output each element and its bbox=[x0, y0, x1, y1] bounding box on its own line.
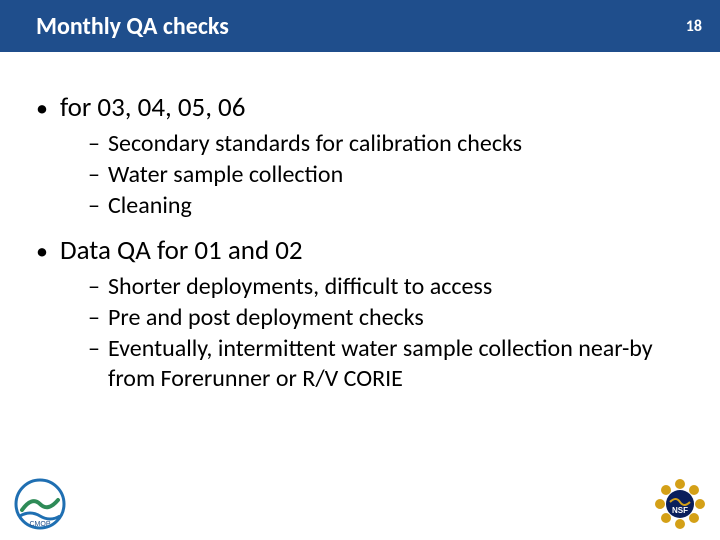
bullet-dash-icon: – bbox=[88, 303, 108, 333]
bullet-level2: – Water sample collection bbox=[88, 160, 684, 190]
sublist: – Shorter deployments, difficult to acce… bbox=[88, 272, 684, 394]
subbullet-text: Cleaning bbox=[108, 191, 192, 221]
title-bar: Monthly QA checks 18 bbox=[0, 0, 720, 52]
bullet-level2: – Pre and post deployment checks bbox=[88, 303, 684, 333]
bullet-text: Data QA for 01 and 02 bbox=[60, 235, 303, 266]
bullet-dash-icon: – bbox=[88, 129, 108, 159]
bullet-level1: • for 03, 04, 05, 06 bbox=[36, 92, 684, 123]
subbullet-text: Shorter deployments, difficult to access bbox=[108, 272, 492, 302]
page-number: 18 bbox=[686, 17, 702, 36]
slide-body: • for 03, 04, 05, 06 – Secondary standar… bbox=[0, 52, 720, 394]
slide: Monthly QA checks 18 • for 03, 04, 05, 0… bbox=[0, 0, 720, 540]
bullet-dash-icon: – bbox=[88, 272, 108, 302]
nsf-logo-icon: NSF bbox=[654, 478, 706, 530]
bullet-dash-icon: – bbox=[88, 191, 108, 221]
sublist: – Secondary standards for calibration ch… bbox=[88, 129, 684, 221]
cmop-logo-icon: CMOP bbox=[14, 478, 66, 530]
bullet-dot-icon: • bbox=[36, 97, 60, 121]
bullet-dot-icon: • bbox=[36, 240, 60, 264]
subbullet-text: Eventually, intermittent water sample co… bbox=[108, 334, 668, 394]
svg-text:CMOP: CMOP bbox=[30, 521, 51, 528]
bullet-level2: – Eventually, intermittent water sample … bbox=[88, 334, 684, 394]
bullet-level2: – Shorter deployments, difficult to acce… bbox=[88, 272, 684, 302]
bullet-level2: – Secondary standards for calibration ch… bbox=[88, 129, 684, 159]
bullet-level2: – Cleaning bbox=[88, 191, 684, 221]
subbullet-text: Pre and post deployment checks bbox=[108, 303, 424, 333]
bullet-text: for 03, 04, 05, 06 bbox=[60, 92, 245, 123]
subbullet-text: Secondary standards for calibration chec… bbox=[108, 129, 522, 159]
svg-text:NSF: NSF bbox=[672, 506, 688, 515]
bullet-dash-icon: – bbox=[88, 160, 108, 190]
bullet-level1: • Data QA for 01 and 02 bbox=[36, 235, 684, 266]
subbullet-text: Water sample collection bbox=[108, 160, 343, 190]
slide-title: Monthly QA checks bbox=[36, 12, 229, 41]
bullet-dash-icon: – bbox=[88, 334, 108, 364]
